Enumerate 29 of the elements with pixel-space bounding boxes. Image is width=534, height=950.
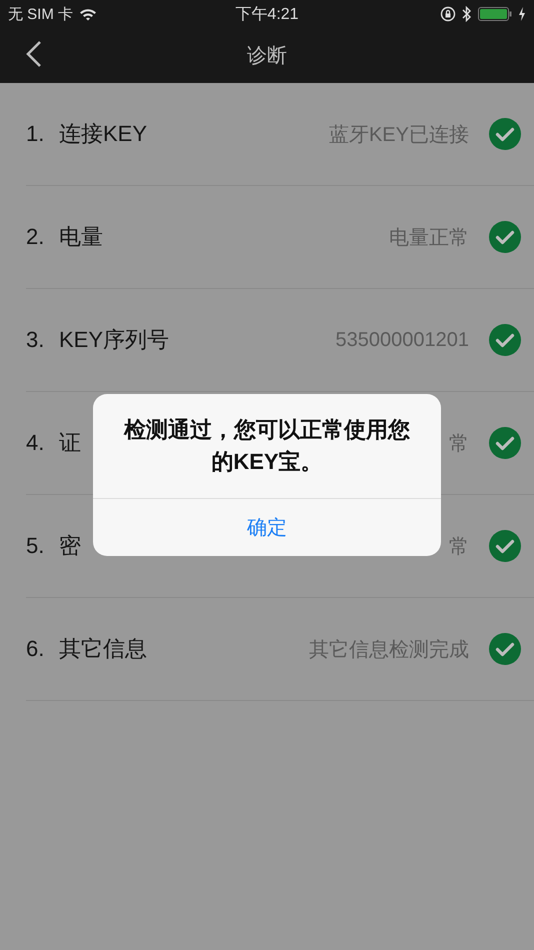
item-status: 其它信息检测完成 [309,638,469,662]
bluetooth-icon [462,6,472,22]
wifi-icon [79,8,98,20]
item-label: 证 [59,429,81,457]
item-label: 其它信息 [59,635,147,663]
alert-message: 检测通过，您可以正常使用您的KEY宝。 [93,394,441,499]
confirm-button[interactable]: 确定 [93,499,441,556]
item-number: 6. [26,636,46,662]
item-number: 4. [26,430,46,456]
item-number: 1. [26,121,46,147]
back-icon[interactable] [26,40,42,68]
item-label: KEY序列号 [59,326,170,354]
item-label: 连接KEY [59,120,148,148]
item-status: 常 [449,432,469,456]
item-status: 535000001201 [336,328,469,352]
charging-icon [518,7,526,21]
item-number: 5. [26,533,46,559]
item-number: 3. [26,327,46,353]
item-label: 密 [59,532,81,560]
item-status: 常 [449,534,469,560]
item-number: 2. [26,224,46,250]
carrier-label: 无 SIM 卡 [8,4,74,24]
battery-icon [478,7,512,21]
nav-title: 诊断 [247,44,287,69]
item-status: 蓝牙KEY已连接 [328,122,469,148]
rotation-lock-icon [440,6,456,22]
item-status: 电量正常 [389,226,469,250]
status-time: 下午4:21 [235,4,299,24]
item-label: 电量 [59,223,103,251]
